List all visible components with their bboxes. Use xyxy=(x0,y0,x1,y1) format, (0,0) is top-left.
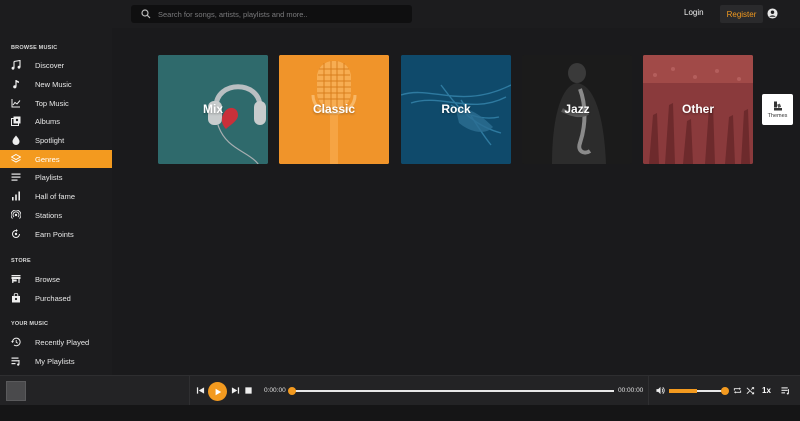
genre-label: Other xyxy=(681,102,714,116)
browse-music-title: BROWSE MUSIC xyxy=(11,45,58,51)
genre-card-jazz[interactable]: Jazz xyxy=(522,55,632,164)
shuffle-icon xyxy=(746,387,755,395)
queue-button[interactable] xyxy=(780,385,791,396)
track-artwork[interactable] xyxy=(6,381,26,401)
queue-icon xyxy=(781,387,789,395)
sidebar-item-label: Recently Played xyxy=(35,337,90,347)
volume-handle[interactable] xyxy=(721,387,729,395)
account-icon[interactable] xyxy=(767,8,778,19)
repeat-icon xyxy=(733,387,742,394)
genre-card-rock[interactable]: Rock xyxy=(401,55,511,164)
sidebar-item-new-music[interactable]: New Music xyxy=(0,75,112,93)
register-button[interactable]: Register xyxy=(720,5,763,23)
sidebar-item-stations[interactable]: Stations xyxy=(0,206,112,224)
genre-card-classic[interactable]: Classic xyxy=(279,55,389,164)
sidebar-item-label: New Music xyxy=(35,79,72,89)
themes-label: Themes xyxy=(767,112,788,119)
sidebar-item-label: Top Music xyxy=(35,98,69,108)
playlist-icon xyxy=(11,173,21,181)
volume-icon xyxy=(656,386,665,395)
my-playlist-icon xyxy=(11,357,20,366)
sidebar-item-label: Spotlight xyxy=(35,135,65,145)
playback-speed-button[interactable]: 1x xyxy=(762,386,771,395)
spotlight-icon xyxy=(12,135,20,145)
sidebar-item-my-playlists[interactable]: My Playlists xyxy=(0,352,112,370)
genre-card-other[interactable]: Other xyxy=(643,55,753,164)
sidebar-item-top-music[interactable]: Top Music xyxy=(0,94,112,112)
sidebar-item-label: Playlists xyxy=(35,172,63,182)
bottom-strip xyxy=(0,405,800,421)
play-button[interactable] xyxy=(208,382,227,401)
sidebar-item-hall-of-fame[interactable]: Hall of fame xyxy=(0,187,112,205)
play-icon xyxy=(215,388,221,395)
sidebar-item-label: Albums xyxy=(35,116,61,126)
sidebar-item-genres[interactable]: Genres xyxy=(0,150,112,168)
skip-next-icon xyxy=(231,387,240,394)
previous-button[interactable] xyxy=(195,385,206,396)
stop-icon xyxy=(245,387,252,394)
skip-previous-icon xyxy=(196,387,205,394)
refresh-coin-icon xyxy=(12,229,20,238)
search-icon xyxy=(141,9,151,19)
album-icon xyxy=(11,116,21,126)
total-time: 00:00:00 xyxy=(618,387,644,394)
sidebar-item-label: My Playlists xyxy=(35,356,75,366)
sidebar-item-label: Genres xyxy=(35,154,60,164)
themes-icon xyxy=(773,101,782,110)
sidebar-item-browse[interactable]: Browse xyxy=(0,270,112,288)
genre-card-mix[interactable]: Mix xyxy=(158,55,268,164)
divider xyxy=(648,376,649,406)
music-note-icon xyxy=(11,60,21,70)
sidebar-item-spotlight[interactable]: Spotlight xyxy=(0,131,112,149)
sidebar-item-label: Browse xyxy=(35,274,61,284)
progress-handle[interactable] xyxy=(288,387,296,395)
current-time: 0:00:00 xyxy=(264,387,286,394)
genre-label: Mix xyxy=(202,102,223,116)
stop-button[interactable] xyxy=(243,385,254,396)
chart-line-icon xyxy=(11,99,21,108)
broadcast-icon xyxy=(11,210,21,219)
search-box[interactable] xyxy=(131,5,412,23)
sidebar-item-label: Purchased xyxy=(35,293,71,303)
sidebar: BROWSE MUSIC Discover New Music Top Musi… xyxy=(0,28,112,375)
bag-icon xyxy=(12,293,20,303)
search-input[interactable] xyxy=(158,9,398,19)
volume-button[interactable] xyxy=(655,385,666,396)
main-content: Mix Classic Rock Jazz Other Themes xyxy=(112,28,800,375)
sidebar-item-label: Hall of fame xyxy=(35,191,76,201)
top-bar: Login Register xyxy=(0,0,800,28)
themes-button[interactable]: Themes xyxy=(762,94,793,125)
progress-track[interactable] xyxy=(292,390,614,392)
store-title: STORE xyxy=(11,258,31,264)
sidebar-item-label: Stations xyxy=(35,210,63,220)
genre-label: Rock xyxy=(441,102,471,116)
next-button[interactable] xyxy=(230,385,241,396)
sidebar-item-playlists[interactable]: Playlists xyxy=(0,168,112,186)
divider xyxy=(189,376,190,406)
sidebar-item-recently-played[interactable]: Recently Played xyxy=(0,333,112,351)
app-window: Login Register BROWSE MUSIC Discover New… xyxy=(0,0,800,421)
single-note-icon xyxy=(13,80,19,89)
sidebar-item-label: Earn Points xyxy=(35,229,74,239)
player-bar: 0:00:00 00:00:00 1x xyxy=(0,375,800,406)
history-icon xyxy=(11,337,21,347)
sidebar-item-purchased[interactable]: Purchased xyxy=(0,289,112,307)
volume-fill xyxy=(669,389,697,393)
sidebar-item-albums[interactable]: Albums xyxy=(0,112,112,130)
genre-label: Jazz xyxy=(564,102,590,116)
genre-label: Classic xyxy=(312,102,356,116)
your-music-title: YOUR MUSIC xyxy=(11,321,49,327)
sidebar-item-discover[interactable]: Discover xyxy=(0,56,112,74)
sidebar-item-earn-points[interactable]: Earn Points xyxy=(0,225,112,243)
shuffle-button[interactable] xyxy=(745,385,756,396)
sidebar-item-label: Discover xyxy=(35,60,65,70)
login-link[interactable]: Login xyxy=(684,8,704,17)
layers-icon xyxy=(11,154,21,163)
bars-icon xyxy=(12,191,20,201)
store-icon xyxy=(11,275,21,283)
repeat-button[interactable] xyxy=(732,385,743,396)
